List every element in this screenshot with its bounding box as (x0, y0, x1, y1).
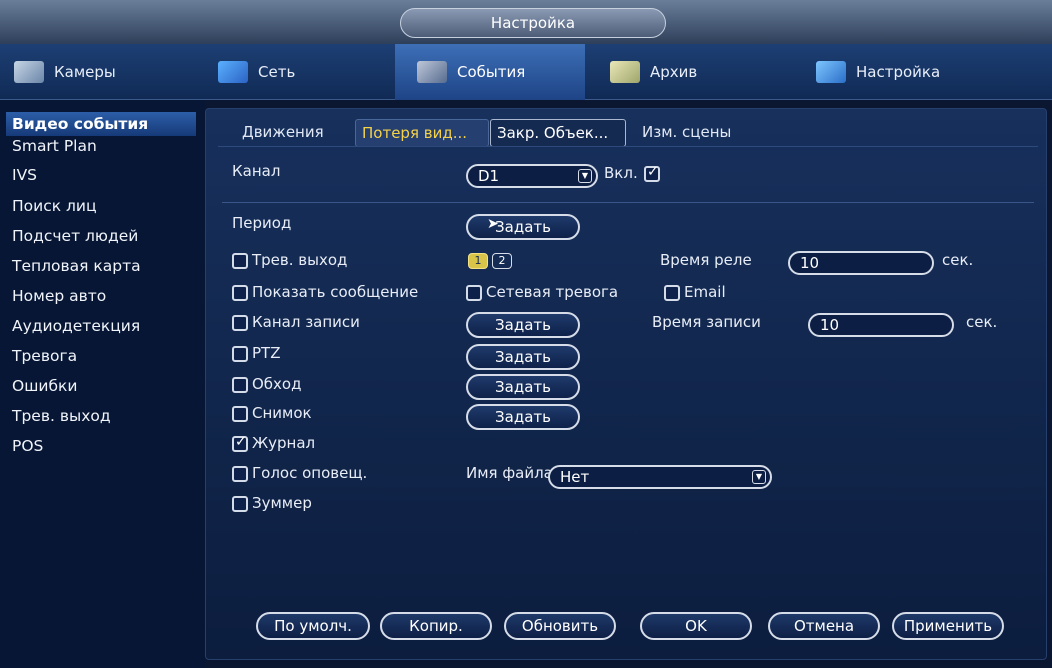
record-channel-checkbox[interactable] (232, 315, 248, 331)
settings-panel (205, 108, 1047, 660)
subtab-video-loss[interactable]: Потеря вид... (355, 119, 489, 147)
sidebar-item-plate[interactable]: Номер авто (6, 284, 196, 308)
relay-time-input[interactable]: 10 (788, 251, 934, 275)
sidebar-item-smart-plan[interactable]: Smart Plan (6, 134, 196, 158)
ok-button[interactable]: OK (640, 612, 752, 640)
tab-label: Камеры (54, 63, 116, 81)
subtab-scene-change[interactable]: Изм. сцены (636, 119, 737, 147)
record-time-input[interactable]: 10 (808, 313, 954, 337)
show-message-checkbox[interactable] (232, 285, 248, 301)
snapshot-label: Снимок (252, 404, 312, 422)
alarm-out-checkbox[interactable] (232, 253, 248, 269)
chevron-down-icon: ▼ (752, 470, 766, 484)
record-sec-label: сек. (966, 313, 998, 331)
net-alarm-checkbox[interactable] (466, 285, 482, 301)
ptz-set-button[interactable]: Задать (466, 344, 580, 370)
record-channel-label: Канал записи (252, 313, 360, 331)
channel-label: Канал (232, 162, 281, 180)
tab-cameras[interactable]: Камеры (14, 44, 194, 100)
sidebar-item-audio-detect[interactable]: Аудиодетекция (6, 314, 196, 338)
divider (222, 202, 1034, 203)
title-bar: Настройка (0, 0, 1052, 44)
tab-label: События (457, 63, 526, 81)
alarm-out-2[interactable]: 2 (492, 253, 512, 269)
default-button[interactable]: По умолч. (256, 612, 370, 640)
window-title: Настройка (400, 8, 666, 38)
network-icon (218, 61, 248, 83)
subtab-divider (218, 146, 1038, 147)
tab-storage[interactable]: Архив (610, 44, 780, 100)
voice-checkbox[interactable] (232, 466, 248, 482)
system-icon (816, 61, 846, 83)
file-name-value: Нет (560, 468, 590, 486)
tab-network[interactable]: Сеть (218, 44, 388, 100)
sidebar-item-alarm-out[interactable]: Трев. выход (6, 404, 196, 428)
voice-label: Голос оповещ. (252, 464, 368, 482)
enable-label: Вкл. (604, 164, 638, 182)
chevron-down-icon: ▼ (578, 169, 592, 183)
enable-checkbox[interactable] (644, 164, 660, 182)
sidebar-item-pos[interactable]: POS (6, 434, 196, 458)
main-tab-bar: Камеры Сеть События Архив Настройка (0, 44, 1052, 100)
subtab-tampering[interactable]: Закр. Объек... (490, 119, 626, 147)
tab-label: Настройка (856, 63, 941, 81)
events-icon (417, 61, 447, 83)
tour-label: Обход (252, 375, 302, 393)
buzzer-label: Зуммер (252, 494, 312, 512)
snapshot-checkbox[interactable] (232, 406, 248, 422)
sidebar-item-alarm[interactable]: Тревога (6, 344, 196, 368)
sidebar-item-ivs[interactable]: IVS (6, 163, 196, 187)
file-name-select[interactable]: Нет ▼ (548, 465, 772, 489)
buzzer-checkbox[interactable] (232, 496, 248, 512)
period-set-button[interactable]: Задать (466, 214, 580, 240)
sidebar-item-heat-map[interactable]: Тепловая карта (6, 254, 196, 278)
camera-icon (14, 61, 44, 83)
log-checkbox[interactable] (232, 434, 248, 452)
subtab-motion[interactable]: Движения (236, 119, 330, 147)
email-label: Email (684, 283, 726, 301)
snapshot-set-button[interactable]: Задать (466, 404, 580, 430)
sidebar-item-people-count[interactable]: Подсчет людей (6, 224, 196, 248)
apply-button[interactable]: Применить (892, 612, 1004, 640)
record-time-label: Время записи (652, 313, 761, 331)
log-label: Журнал (252, 434, 316, 452)
tour-set-button[interactable]: Задать (466, 374, 580, 400)
file-name-label: Имя файла (466, 464, 553, 482)
sidebar-item-face-search[interactable]: Поиск лиц (6, 194, 196, 218)
record-channel-set-button[interactable]: Задать (466, 312, 580, 338)
tab-label: Сеть (258, 63, 296, 81)
cancel-button[interactable]: Отмена (768, 612, 880, 640)
relay-sec-label: сек. (942, 251, 974, 269)
email-checkbox[interactable] (664, 285, 680, 301)
ptz-checkbox[interactable] (232, 346, 248, 362)
alarm-out-label: Трев. выход (252, 251, 348, 269)
channel-value: D1 (478, 167, 500, 185)
relay-time-label: Время реле (660, 251, 752, 269)
tour-checkbox[interactable] (232, 377, 248, 393)
ptz-label: PTZ (252, 344, 281, 362)
mouse-cursor-icon: ➤ (487, 216, 499, 232)
copy-button[interactable]: Копир. (380, 612, 492, 640)
tab-events[interactable]: События (395, 44, 585, 100)
refresh-button[interactable]: Обновить (504, 612, 616, 640)
sidebar-item-video-events[interactable]: Видео события (6, 112, 196, 136)
sidebar-item-errors[interactable]: Ошибки (6, 374, 196, 398)
period-label: Период (232, 214, 292, 232)
net-alarm-label: Сетевая тревога (486, 283, 619, 301)
tab-system[interactable]: Настройка (816, 44, 1006, 100)
tab-label: Архив (650, 63, 698, 81)
show-message-label: Показать сообщение (252, 283, 419, 301)
storage-icon (610, 61, 640, 83)
channel-select[interactable]: D1 ▼ (466, 164, 598, 188)
alarm-out-1[interactable]: 1 (468, 253, 488, 269)
